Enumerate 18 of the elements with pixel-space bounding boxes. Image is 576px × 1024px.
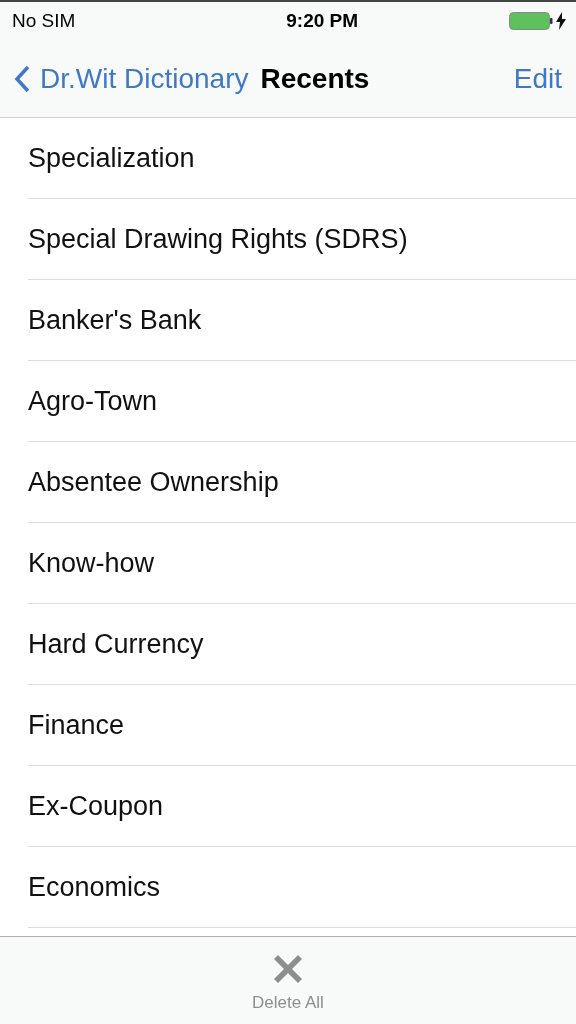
list-item[interactable]: Finance — [28, 685, 576, 766]
list-item[interactable]: Ex-Coupon — [28, 766, 576, 847]
list-item[interactable]: Agro-Town — [28, 361, 576, 442]
nav-title: Recents — [260, 62, 371, 95]
back-chevron-icon — [14, 64, 30, 93]
battery-icon — [509, 12, 553, 30]
list-item[interactable]: Economics — [28, 847, 576, 928]
list-item[interactable]: Banker's Bank — [28, 280, 576, 361]
list-item[interactable]: Hard Currency — [28, 604, 576, 685]
carrier-label: No SIM — [12, 10, 76, 32]
list-item[interactable]: Absentee Ownership — [28, 442, 576, 523]
status-time: 9:20 PM — [286, 10, 359, 32]
list-item[interactable]: Know-how — [28, 523, 576, 604]
list-item[interactable]: Specialization — [28, 118, 576, 199]
list-item[interactable]: Special Drawing Rights (SDRS) — [28, 199, 576, 280]
back-button[interactable]: Dr.Wit Dictionary — [14, 62, 249, 95]
charging-bolt-icon — [556, 12, 566, 30]
edit-button[interactable]: Edit — [513, 62, 562, 95]
